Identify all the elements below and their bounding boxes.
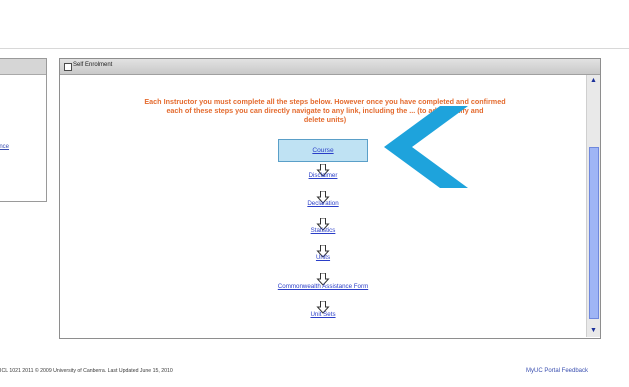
self-enrolment-panel: Self Enrolment Each Instructor you must … [59,58,601,339]
panel-collapse-checkbox[interactable] [64,63,72,71]
portal-feedback-link[interactable]: MyUC Portal Feedback [526,368,588,374]
step-link-unit-sets[interactable]: Unit Sets [310,311,335,318]
left-chevron-icon [384,106,468,188]
left-panel: ance [0,58,47,202]
footer-copyright: ICL 1021 2011 © 2009 University of Canbe… [0,368,173,374]
enrolment-steps-flow: Course Disclaimer Declaration Statistics Uni… [60,75,586,337]
vertical-scrollbar[interactable]: ▲ ▼ [586,75,600,337]
step-link-declaration[interactable]: Declaration [307,200,338,207]
top-divider [0,48,629,49]
step-link-commonwealth-assistance-form[interactable]: Commonwealth Assistance Form [278,283,368,290]
scroll-down-icon[interactable]: ▼ [587,325,600,337]
panel-title: Self Enrolment [73,62,113,68]
panel-header: Self Enrolment [60,59,600,75]
panel-content: Each Instructor you must complete all th… [60,75,586,337]
left-panel-header [0,59,46,75]
scroll-thumb[interactable] [589,147,599,319]
step-link-course[interactable]: Course [278,139,368,162]
step-link-disclaimer[interactable]: Disclaimer [309,172,338,179]
left-panel-link[interactable]: ance [0,144,9,150]
top-band [0,0,629,10]
step-link-statistics[interactable]: Statistics [311,227,336,234]
step-link-units[interactable]: Units [316,254,330,261]
scroll-up-icon[interactable]: ▲ [587,75,600,87]
